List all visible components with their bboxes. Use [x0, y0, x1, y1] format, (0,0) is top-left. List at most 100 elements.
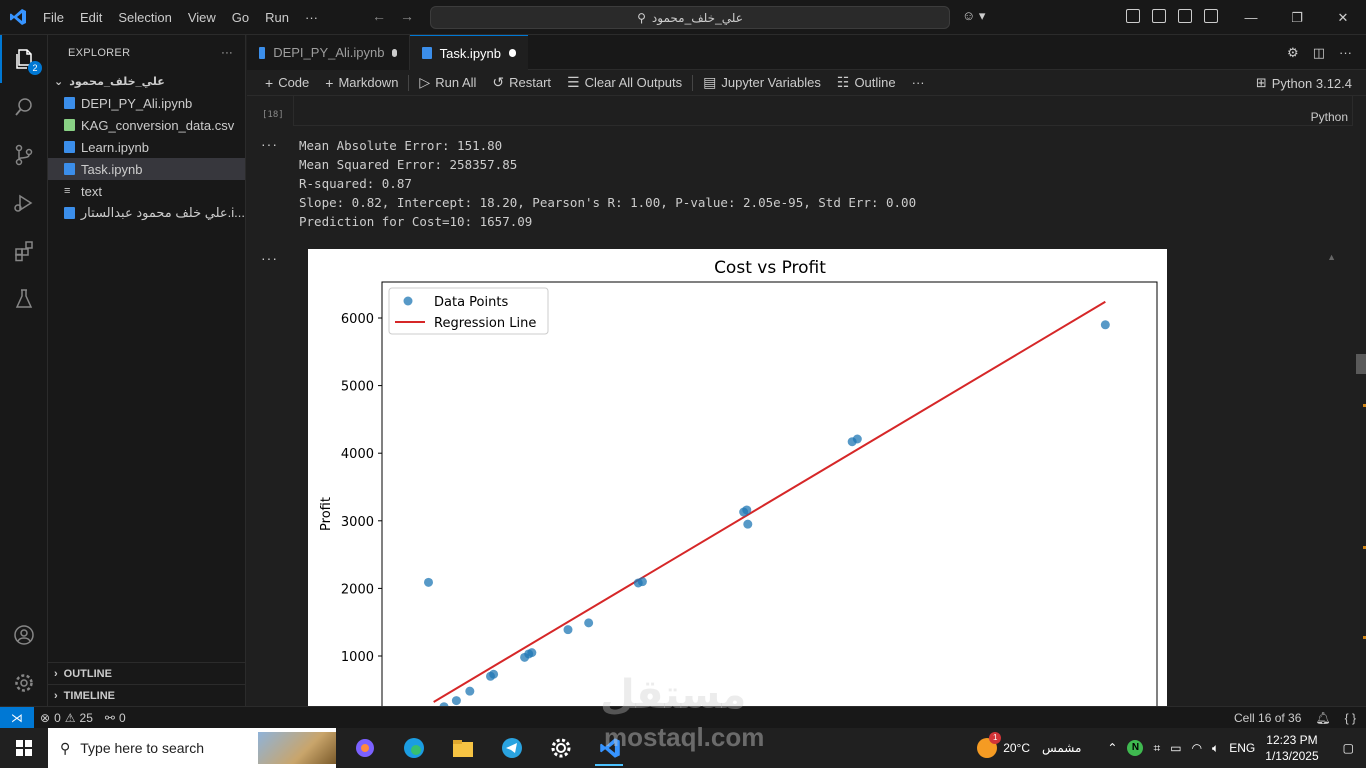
menu-edit[interactable]: Edit [72, 10, 110, 25]
forward-arrow-icon[interactable]: → [400, 8, 414, 24]
settings-app-icon[interactable] [536, 728, 585, 768]
chevron-right-icon: › [54, 689, 58, 702]
file-label: Learn.ipynb [81, 139, 149, 155]
menu-run[interactable]: Run [257, 10, 297, 25]
clock-date: 1/13/2025 [1265, 749, 1319, 763]
telegram-app-icon[interactable] [487, 728, 536, 768]
run-all-icon: ▷ [419, 74, 431, 90]
testing-flask-icon[interactable] [0, 275, 48, 323]
toolbar-more-button[interactable]: ··· [904, 75, 933, 90]
notifications-bell-icon[interactable]: 🔔︎ [1315, 711, 1330, 725]
clear-outputs-button[interactable]: ☰ Clear All Outputs [559, 74, 690, 91]
cell-position[interactable]: Cell 16 of 36 [1234, 711, 1301, 725]
back-arrow-icon[interactable]: ← [372, 8, 386, 24]
file-item[interactable]: Learn.ipynb [48, 136, 245, 158]
language-indicator[interactable]: ENG [1229, 741, 1255, 755]
output-more-actions-icon[interactable]: ··· [261, 136, 278, 152]
file-item-selected[interactable]: Task.ipynb [48, 158, 245, 180]
file-item[interactable]: ≡ text [48, 180, 245, 202]
separator [408, 74, 410, 91]
execution-count: [18] [262, 110, 284, 120]
weather-widget[interactable]: 1 20°C مشمس [977, 732, 1081, 758]
clock[interactable]: 12:23 PM 1/13/2025 [1265, 732, 1318, 764]
volume-icon[interactable]: 🔈︎ [1212, 741, 1219, 756]
cell-language[interactable]: Python [1311, 110, 1348, 124]
minimize-icon[interactable]: — [1228, 0, 1274, 35]
windows-taskbar: ⚲ Type here to search 1 20°C مشمس ⌃ N ⌗ … [0, 728, 1366, 768]
tab-task[interactable]: Task.ipynb [410, 35, 528, 70]
timeline-section[interactable]: › TIMELINE [48, 684, 246, 706]
extensions-icon[interactable] [0, 227, 48, 275]
settings-gear-icon[interactable]: ⚙ [1287, 45, 1299, 61]
explorer-more-button[interactable]: ··· [221, 47, 233, 59]
wifi-icon[interactable]: ◠ [1192, 741, 1202, 755]
unsaved-dot-icon[interactable] [509, 49, 516, 57]
accounts-icon[interactable] [0, 611, 48, 659]
source-control-icon[interactable] [0, 131, 48, 179]
run-debug-icon[interactable] [0, 179, 48, 227]
toggle-panel-icon[interactable] [1178, 9, 1192, 23]
file-item[interactable]: DEPI_PY_Ali.ipynb [48, 92, 245, 114]
device-icon[interactable]: ⌗ [1153, 741, 1160, 756]
outline-section[interactable]: › OUTLINE [48, 662, 246, 684]
tab-label: DEPI_PY_Ali.ipynb [273, 45, 385, 60]
menu-view[interactable]: View [180, 10, 224, 25]
notebook-editor: [18] Python ··· Mean Absolute Error: 151… [247, 96, 1366, 706]
braces-icon[interactable]: { } [1345, 711, 1356, 725]
copilot-icon[interactable]: ☺ ▾ [962, 8, 985, 24]
file-explorer-app-icon[interactable] [438, 728, 487, 768]
csv-file-icon [64, 119, 75, 131]
ports-indicator[interactable]: ⚯ 0 [99, 711, 132, 725]
kernel-picker[interactable]: ⊞ Python 3.12.4 [1256, 75, 1352, 91]
workspace-folder[interactable]: ⌄ علي_خلف_محمود [48, 70, 245, 92]
more-actions-icon[interactable]: ··· [1339, 45, 1352, 61]
code-cell[interactable] [293, 96, 1353, 126]
menu-file[interactable]: File [35, 10, 72, 25]
vscode-app-icon[interactable] [585, 728, 634, 768]
file-item[interactable]: KAG_conversion_data.csv [48, 114, 245, 136]
taskbar-search[interactable]: ⚲ Type here to search [48, 728, 336, 768]
list-icon: ☷ [836, 74, 850, 90]
add-code-cell-button[interactable]: + Code [257, 75, 317, 91]
chevron-up-icon[interactable]: ⌃ [1107, 741, 1117, 755]
file-item[interactable]: علي خلف محمود عبدالستار.i... [48, 202, 245, 224]
vscode-logo-icon [0, 0, 35, 35]
command-center-search[interactable]: ⚲ علي_خلف_محمود [430, 6, 950, 29]
legend-label: Data Points [434, 295, 508, 310]
restart-button[interactable]: ↺ Restart [484, 74, 559, 91]
y-tick-label: 5000 [341, 380, 374, 395]
menu-selection[interactable]: Selection [110, 10, 179, 25]
data-point [424, 577, 433, 587]
run-all-button[interactable]: ▷ Run All [411, 74, 484, 91]
toggle-primary-sidebar-icon[interactable] [1152, 9, 1166, 23]
unsaved-dot-icon[interactable] [392, 48, 397, 57]
scrollbar-thumb[interactable] [1356, 354, 1366, 374]
n-app-icon[interactable]: N [1127, 740, 1144, 756]
output-line: R-squared: 0.87 [299, 176, 412, 191]
restore-icon[interactable]: ❐ [1274, 0, 1320, 35]
output-more-actions-icon[interactable]: ··· [261, 250, 278, 266]
close-icon[interactable]: ✕ [1320, 0, 1366, 35]
toggle-secondary-sidebar-icon[interactable] [1204, 9, 1218, 23]
scroll-up-icon[interactable]: ▲ [1327, 252, 1336, 262]
battery-icon[interactable]: ▭ [1170, 741, 1181, 755]
menu-go[interactable]: Go [224, 10, 257, 25]
menu-more[interactable]: ··· [297, 10, 326, 25]
start-button[interactable] [0, 728, 48, 768]
notification-center-icon[interactable]: ▢ [1343, 741, 1354, 755]
editor-scrollbar[interactable] [1352, 96, 1366, 706]
remote-indicator-icon[interactable]: ⋊ [0, 706, 34, 729]
problems-indicator[interactable]: ⊗ 0 ⚠ 25 [34, 711, 99, 725]
explorer-icon[interactable]: 2 [0, 35, 48, 83]
add-markdown-cell-button[interactable]: + Markdown [317, 75, 406, 91]
outline-button[interactable]: ☷ Outline [829, 74, 904, 91]
search-view-icon[interactable] [0, 83, 48, 131]
jupyter-variables-button[interactable]: ▤ Jupyter Variables [695, 74, 829, 91]
split-editor-icon[interactable]: ◫ [1313, 45, 1325, 61]
edge-app-icon[interactable] [389, 728, 438, 768]
tab-depi-py-ali[interactable]: DEPI_PY_Ali.ipynb [247, 35, 410, 70]
manage-gear-icon[interactable] [0, 659, 48, 707]
copilot-app-icon[interactable] [340, 728, 389, 768]
clock-time: 12:23 PM [1266, 733, 1318, 747]
customize-layout-icon[interactable] [1126, 9, 1140, 23]
